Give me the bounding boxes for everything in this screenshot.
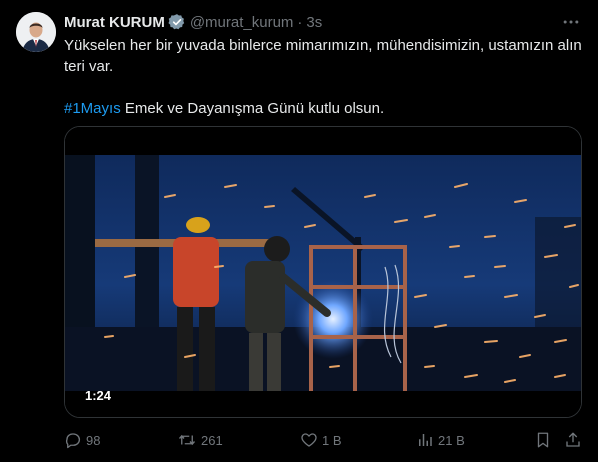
header-separator: · [297,13,303,31]
tweet-text: Yükselen her bir yuvada binlerce mimarım… [64,35,582,119]
heart-icon [301,433,317,447]
reply-icon [66,433,81,449]
tweet-header: Murat KURUM @murat_kurum · 3s [64,12,322,32]
retweet-button[interactable]: 261 [177,428,223,452]
views-count: 21 B [438,432,465,448]
video-duration: 1:24 [85,388,112,403]
video-player[interactable]: 1:24 [64,126,582,418]
author-name[interactable]: Murat KURUM [64,14,165,31]
tweet-time[interactable]: 3s [306,14,322,31]
reply-count: 98 [86,432,101,448]
retweet-icon [178,434,196,446]
verified-badge-icon[interactable] [168,13,186,31]
bookmark-icon [537,432,549,448]
tweet-text-line2-rest: Emek ve Dayanışma Günü kutlu olsun. [120,100,385,117]
share-icon [566,432,580,447]
views-button[interactable]: 21 B [416,428,465,452]
views-icon [419,434,432,446]
tweet: Murat KURUM @murat_kurum · 3s Yükselen h… [0,0,598,462]
like-button[interactable]: 1 B [300,428,342,452]
retweet-count: 261 [201,432,223,448]
tweet-text-line2: #1Mayıs Emek ve Dayanışma Günü kutlu ols… [64,98,582,119]
bookmark-button[interactable] [534,428,552,452]
reply-button[interactable]: 98 [64,428,100,452]
action-bar: 98 261 1 B 21 B [64,428,590,452]
like-count: 1 B [322,432,342,448]
author-handle[interactable]: @murat_kurum [190,14,294,31]
video-frame [65,127,581,417]
hashtag-link[interactable]: #1Mayıs [64,100,121,117]
share-button[interactable] [564,428,582,452]
tweet-text-line1: Yükselen her bir yuvada binlerce mimarım… [64,37,582,75]
avatar[interactable] [16,12,56,52]
more-icon[interactable] [560,12,582,32]
avatar-image [16,12,56,52]
